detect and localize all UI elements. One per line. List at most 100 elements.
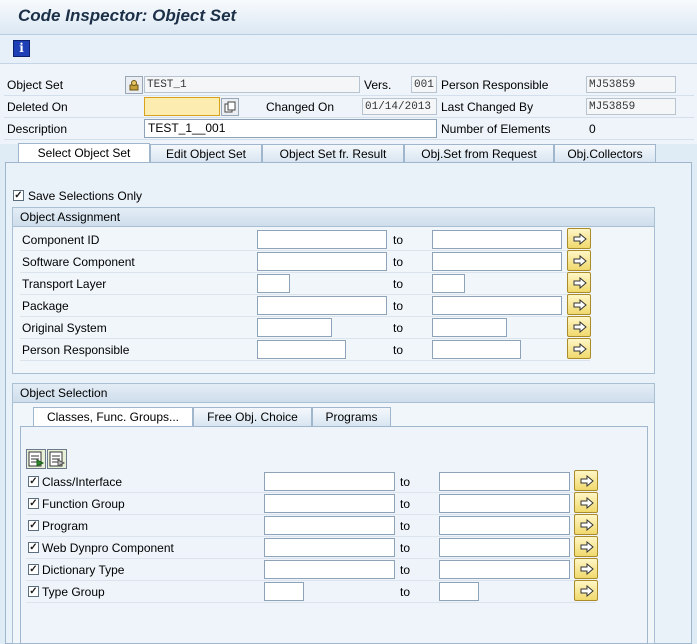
vers-label: Vers. — [364, 78, 392, 92]
tab-object-set-from-result[interactable]: Object Set fr. Result — [262, 144, 404, 162]
changed-on-field: 01/14/2013 — [362, 98, 437, 115]
row-divider — [20, 338, 590, 339]
selection-to-input[interactable] — [439, 472, 570, 491]
to-label: to — [393, 321, 404, 335]
assignment-to-input[interactable] — [432, 296, 562, 315]
person-responsible-label: Person Responsible — [441, 78, 549, 92]
selection-row-checkbox[interactable]: ✓ — [28, 586, 39, 597]
arrow-right-icon — [573, 277, 587, 289]
multiple-selection-button[interactable] — [574, 558, 598, 579]
selection-row-checkbox[interactable]: ✓ — [28, 520, 39, 531]
selection-from-input[interactable] — [264, 516, 395, 535]
to-label: to — [400, 585, 411, 599]
arrow-right-icon — [573, 255, 587, 267]
selection-to-input[interactable] — [439, 516, 570, 535]
row-divider — [26, 536, 596, 537]
tab-select-object-set[interactable]: Select Object Set — [18, 143, 150, 163]
deselect-all-button[interactable] — [47, 449, 67, 469]
multiple-selection-button[interactable] — [567, 338, 591, 359]
subtab-classes-func-groups[interactable]: Classes, Func. Groups... — [33, 407, 193, 426]
assignment-to-input[interactable] — [432, 274, 465, 293]
object-set-pencil-button[interactable] — [125, 76, 143, 94]
assignment-row-label: Package — [22, 299, 69, 313]
deleted-on-input[interactable] — [144, 97, 220, 116]
arrow-right-icon — [580, 519, 594, 531]
selection-from-input[interactable] — [264, 538, 395, 557]
selection-row-checkbox[interactable]: ✓ — [28, 476, 39, 487]
multiple-selection-button[interactable] — [574, 492, 598, 513]
save-selections-checkbox[interactable]: ✓ — [13, 190, 24, 201]
arrow-right-icon — [580, 563, 594, 575]
row-divider — [26, 514, 596, 515]
vers-field: 001 — [411, 76, 437, 93]
calendar-button[interactable] — [221, 98, 239, 116]
assignment-from-input[interactable] — [257, 296, 387, 315]
tab-obj-set-from-request[interactable]: Obj.Set from Request — [404, 144, 554, 162]
selection-from-input[interactable] — [264, 472, 395, 491]
arrow-right-icon — [573, 299, 587, 311]
info-icon[interactable]: i — [13, 40, 30, 57]
selection-to-input[interactable] — [439, 560, 570, 579]
to-label: to — [400, 541, 411, 555]
assignment-row-label: Transport Layer — [22, 277, 107, 291]
tab-edit-object-set[interactable]: Edit Object Set — [150, 144, 262, 162]
selection-to-input[interactable] — [439, 582, 479, 601]
row-divider — [20, 360, 590, 361]
assignment-to-input[interactable] — [432, 340, 521, 359]
multiple-selection-button[interactable] — [567, 294, 591, 315]
to-label: to — [393, 343, 404, 357]
multiple-selection-button[interactable] — [574, 536, 598, 557]
selection-to-input[interactable] — [439, 538, 570, 557]
number-of-elements-value: 0 — [589, 122, 596, 136]
arrow-right-icon — [573, 233, 587, 245]
multiple-selection-button[interactable] — [567, 316, 591, 337]
selection-from-input[interactable] — [264, 560, 395, 579]
assignment-row-label: Original System — [22, 321, 107, 335]
subtab-programs[interactable]: Programs — [312, 407, 391, 426]
assignment-from-input[interactable] — [257, 252, 387, 271]
multiple-selection-button[interactable] — [567, 272, 591, 293]
multiple-selection-button[interactable] — [567, 250, 591, 271]
assignment-from-input[interactable] — [257, 274, 290, 293]
select-all-button[interactable] — [26, 449, 46, 469]
to-label: to — [400, 519, 411, 533]
tab-obj-collectors[interactable]: Obj.Collectors — [554, 144, 656, 162]
row-divider — [20, 250, 590, 251]
row-divider — [4, 95, 694, 96]
selection-from-input[interactable] — [264, 582, 304, 601]
assignment-row-label: Software Component — [22, 255, 135, 269]
selection-row-checkbox[interactable]: ✓ — [28, 564, 39, 575]
assignment-to-input[interactable] — [432, 230, 562, 249]
last-changed-by-label: Last Changed By — [441, 100, 534, 114]
multiple-selection-button[interactable] — [567, 228, 591, 249]
select-all-icon — [28, 451, 45, 467]
to-label: to — [393, 299, 404, 313]
row-divider — [4, 117, 694, 118]
deleted-on-label: Deleted On — [7, 100, 68, 114]
assignment-row-label: Component ID — [22, 233, 100, 247]
arrow-right-icon — [580, 497, 594, 509]
pencil-icon — [129, 80, 139, 91]
row-divider — [20, 272, 590, 273]
multiple-selection-button[interactable] — [574, 580, 598, 601]
selection-from-input[interactable] — [264, 494, 395, 513]
selection-row-label: Program — [42, 519, 89, 533]
arrow-right-icon — [573, 321, 587, 333]
application-toolbar — [0, 35, 697, 64]
selection-row-label: Function Group — [42, 497, 125, 511]
multiple-selection-button[interactable] — [574, 470, 598, 491]
selection-row-checkbox[interactable]: ✓ — [28, 498, 39, 509]
multiple-selection-button[interactable] — [574, 514, 598, 535]
row-divider — [26, 558, 596, 559]
assignment-from-input[interactable] — [257, 230, 387, 249]
description-input[interactable]: TEST_1__001 — [144, 119, 437, 138]
arrow-right-icon — [580, 541, 594, 553]
assignment-from-input[interactable] — [257, 340, 346, 359]
assignment-to-input[interactable] — [432, 252, 562, 271]
selection-to-input[interactable] — [439, 494, 570, 513]
assignment-from-input[interactable] — [257, 318, 332, 337]
subtab-free-obj-choice[interactable]: Free Obj. Choice — [193, 407, 312, 426]
selection-row-label: Web Dynpro Component — [42, 541, 174, 555]
selection-row-checkbox[interactable]: ✓ — [28, 542, 39, 553]
assignment-to-input[interactable] — [432, 318, 507, 337]
